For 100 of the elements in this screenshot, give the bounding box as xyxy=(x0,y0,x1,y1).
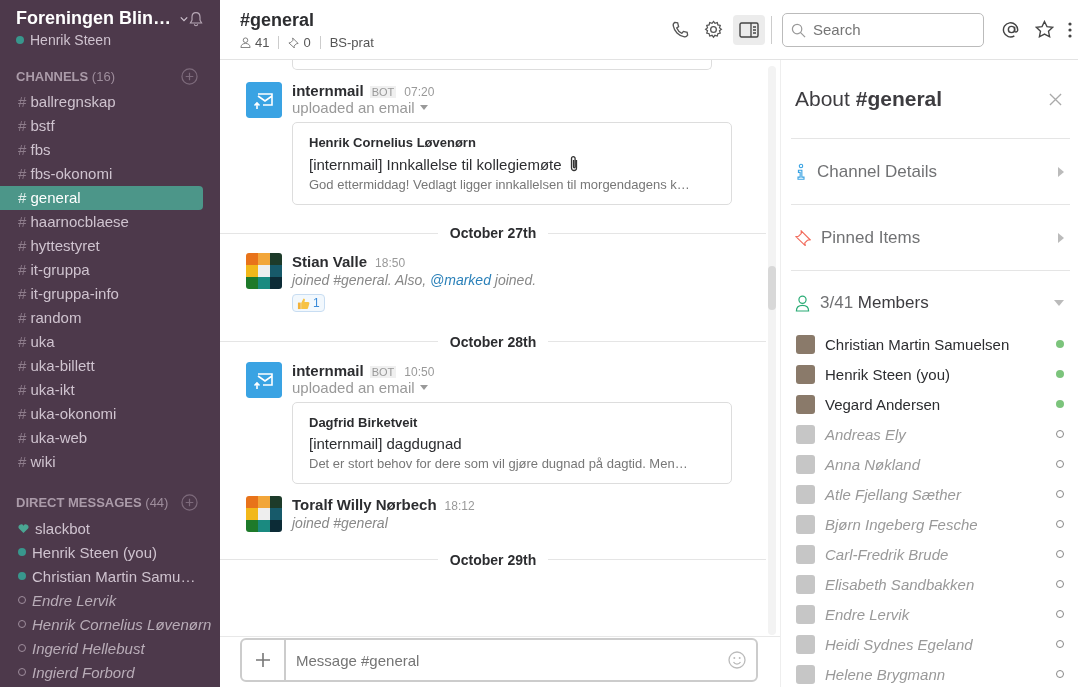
author-name[interactable]: Stian Valle xyxy=(292,253,368,270)
direct-message-item[interactable]: Henrik Steen (you) xyxy=(32,543,158,561)
member-name[interactable]: Christian Martin Samuelsen xyxy=(825,335,1056,353)
direct-message-item[interactable]: Ingierd Forbord xyxy=(32,663,135,681)
scrollbar[interactable] xyxy=(768,66,776,635)
author-name[interactable]: internmail xyxy=(292,82,364,99)
avatar xyxy=(796,364,815,384)
close-icon[interactable] xyxy=(1049,92,1062,106)
person-icon xyxy=(240,36,251,48)
avatar xyxy=(796,634,815,654)
avatar xyxy=(796,544,815,564)
channel-item[interactable]: # fbs xyxy=(0,138,203,162)
caret-icon[interactable] xyxy=(419,105,428,110)
section-heading[interactable]: DIRECT MESSAGES (44) xyxy=(16,494,169,510)
settings-icon[interactable] xyxy=(704,20,723,39)
members-section[interactable]: 3/41 Members xyxy=(791,271,1070,335)
avatar xyxy=(796,604,815,624)
avatar xyxy=(796,394,815,414)
caret-icon[interactable] xyxy=(419,384,428,390)
join-message: joined #general xyxy=(292,514,389,531)
direct-message-item[interactable]: Ingerid Hellebust xyxy=(32,639,145,657)
bot-label: BOT xyxy=(369,86,397,98)
channel-item[interactable]: # wiki xyxy=(0,450,203,474)
channel-item[interactable]: # general xyxy=(0,186,203,210)
phone-icon[interactable] xyxy=(671,20,690,39)
pin-icon xyxy=(288,36,300,48)
channel-item[interactable]: # uka-ikt xyxy=(0,378,203,402)
channel-item[interactable]: # haarnocblaese xyxy=(0,210,203,234)
author-name[interactable]: Toralf Willy Nørbech xyxy=(292,495,437,513)
workspace-name[interactable]: Foreningen Blin… xyxy=(16,8,171,29)
channel-item[interactable]: # ballregnskap xyxy=(0,90,203,114)
mail-upload-icon xyxy=(246,82,282,118)
direct-message-item[interactable]: slackbot xyxy=(35,519,91,537)
search-icon xyxy=(791,22,806,38)
paperclip-icon xyxy=(568,155,579,173)
channel-item[interactable]: # uka-okonomi xyxy=(0,402,203,426)
composer[interactable]: Message #general xyxy=(240,638,758,682)
email-card[interactable]: Dagfrid Birketveit [internmail] dagdugnad Det er stort behov for dere som vil gjøre dugnad på dagtid. Men… xyxy=(292,401,732,484)
member-name[interactable]: Vegard Andersen xyxy=(825,395,1056,413)
caret-icon xyxy=(1058,166,1064,177)
panel-title: About #general xyxy=(795,87,943,111)
message-action: uploaded an email xyxy=(292,378,415,396)
direct-message-item[interactable]: Christian Martin Samu… xyxy=(32,567,196,585)
date-divider: October 28th xyxy=(448,333,538,350)
add-icon[interactable] xyxy=(181,67,198,85)
presence-dot xyxy=(16,36,24,44)
caret-icon xyxy=(1058,232,1064,243)
pin-icon xyxy=(795,229,811,246)
date-divider: October 27th xyxy=(448,225,538,241)
channel-item[interactable]: # uka-billett xyxy=(0,354,203,378)
panel-toggle-icon[interactable] xyxy=(733,14,765,45)
person-icon xyxy=(795,294,810,312)
caret-icon[interactable] xyxy=(180,15,188,22)
direct-message-item[interactable]: Endre Lervik xyxy=(32,591,117,609)
author-name[interactable]: internmail xyxy=(292,361,364,379)
email-card[interactable]: Henrik Cornelius Løvenørn [internmail] Innkallelse til kollegiemøte God ettermiddag! Vedlagt ligger innkallelsen til morgendagens k… xyxy=(292,122,732,205)
star-icon[interactable] xyxy=(1035,20,1054,39)
channel-item[interactable]: # uka xyxy=(0,330,203,354)
channel-item[interactable]: # uka-web xyxy=(0,426,203,450)
section-heading[interactable]: CHANNELS (16) xyxy=(16,68,115,84)
caret-icon xyxy=(1054,300,1064,306)
avatar xyxy=(796,424,815,444)
channel-item[interactable]: # fbs-okonomi xyxy=(0,162,203,186)
channel-item[interactable]: # bstf xyxy=(0,114,203,138)
avatar xyxy=(796,334,815,354)
email-subject: [internmail] dagdugnad xyxy=(309,434,462,452)
mention-icon[interactable] xyxy=(1002,20,1021,39)
avatar-pattern-icon xyxy=(246,495,282,532)
search-field[interactable]: Search xyxy=(782,12,984,47)
more-icon[interactable] xyxy=(1068,21,1072,38)
avatar xyxy=(796,484,815,504)
channel-item[interactable]: # random xyxy=(0,306,203,330)
bell-icon[interactable] xyxy=(188,9,204,28)
email-preview: Det er stort behov for dere som vil gjøre dugnad på dagtid. Men… xyxy=(309,455,689,471)
direct-message-item[interactable]: Henrik Cornelius Løvenørn xyxy=(32,615,212,633)
message-action: uploaded an email xyxy=(292,99,415,116)
avatar xyxy=(796,664,815,684)
mail-upload-icon xyxy=(246,361,282,398)
channel-item[interactable]: # it-gruppa xyxy=(0,258,203,282)
mention-link[interactable]: @marked xyxy=(430,272,491,288)
avatar xyxy=(796,574,815,594)
channel-item[interactable]: # hyttestyret xyxy=(0,234,203,258)
member-name[interactable]: Henrik Steen (you) xyxy=(825,365,1056,383)
channel-item[interactable]: # it-gruppa-info xyxy=(0,282,203,306)
panel-section[interactable]: Channel Details xyxy=(791,139,1070,205)
emoji-icon[interactable] xyxy=(728,651,746,669)
info-icon xyxy=(795,162,807,181)
email-sender: Henrik Cornelius Løvenørn xyxy=(309,135,477,150)
channel-title: #general xyxy=(240,9,316,31)
pin-count[interactable]: 0 xyxy=(303,34,311,50)
panel-section[interactable]: Pinned Items xyxy=(791,205,1070,271)
email-preview: God ettermiddag! Vedlagt ligger innkallelsen til morgendagens k… xyxy=(309,177,691,192)
user-name: Henrik Steen xyxy=(30,32,111,48)
reaction-button[interactable]: 1 xyxy=(292,294,325,312)
avatar-pattern-icon xyxy=(246,253,282,289)
add-icon[interactable] xyxy=(181,493,198,511)
scrollbar-thumb[interactable] xyxy=(768,266,776,310)
member-count[interactable]: 41 xyxy=(255,34,270,50)
channel-topic[interactable]: BS-prat xyxy=(329,34,374,50)
thumbs-up-icon xyxy=(297,296,310,310)
